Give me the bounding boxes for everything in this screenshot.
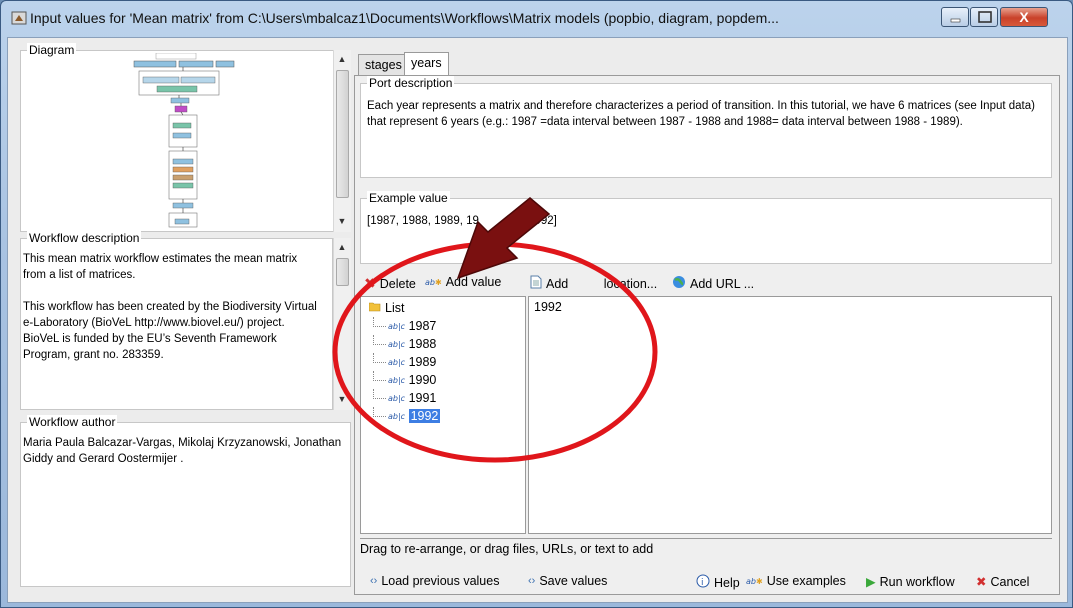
pointer-arrow [456, 197, 551, 280]
annotation-overlay [332, 197, 658, 463]
highlight-ellipse [332, 241, 658, 463]
